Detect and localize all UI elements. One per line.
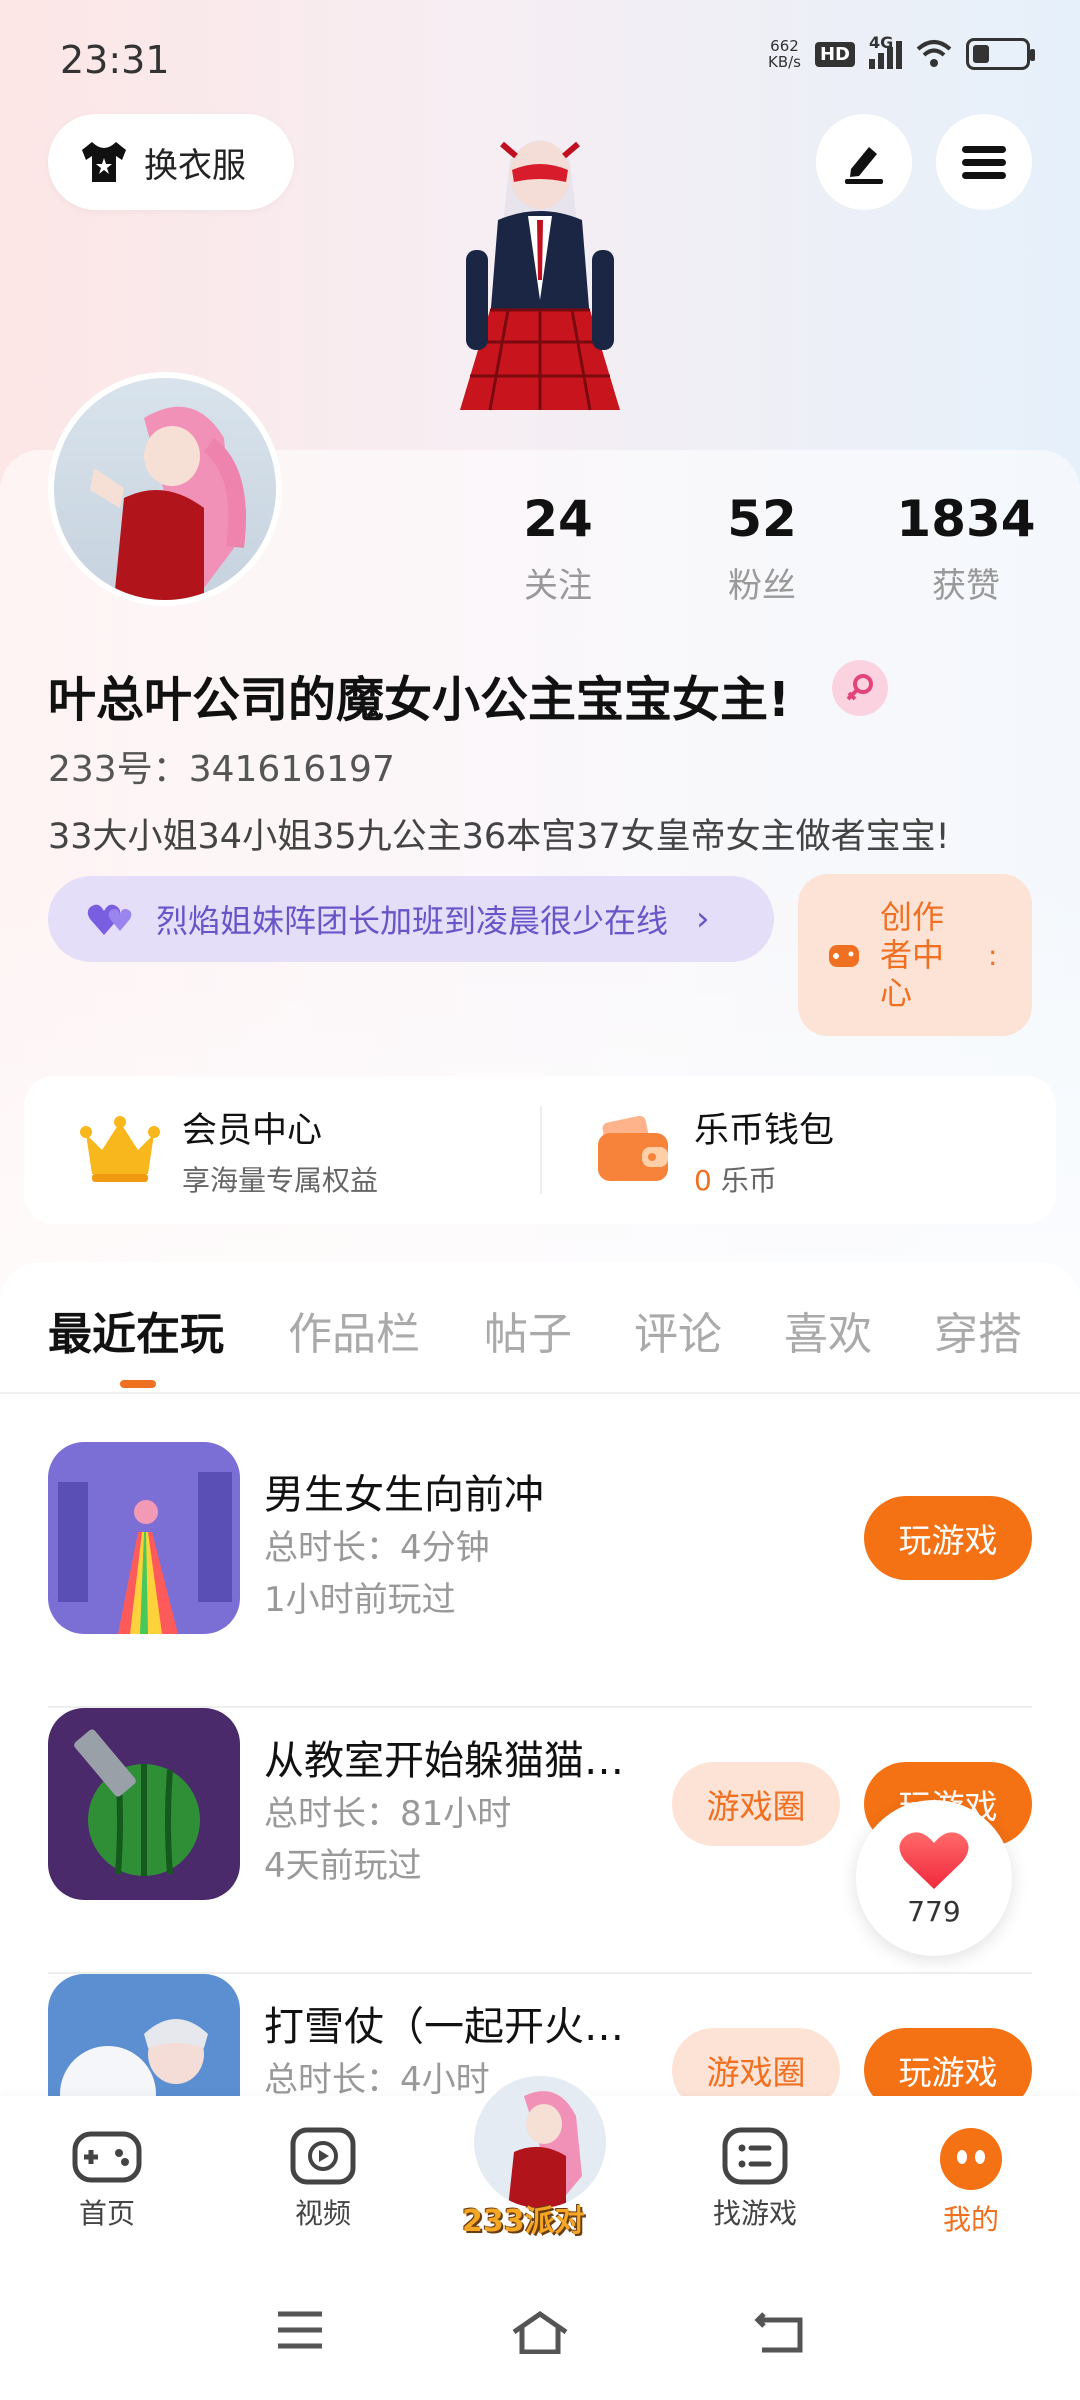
nav-mine-label: 我的 bbox=[942, 2203, 999, 2236]
like-count: 779 bbox=[907, 1894, 961, 1928]
stat-likes-label: 获赞 bbox=[932, 566, 1000, 606]
wifi-icon bbox=[916, 40, 952, 67]
chevron-right-icon: › bbox=[696, 899, 710, 939]
crown-icon bbox=[80, 1116, 160, 1182]
party-center-label: 233派对 bbox=[462, 2204, 585, 2239]
home-icon[interactable] bbox=[510, 2310, 570, 2354]
tab-likes[interactable]: 喜欢 bbox=[784, 1298, 872, 1362]
back-icon[interactable] bbox=[754, 2310, 806, 2354]
stat-followers-label: 粉丝 bbox=[728, 566, 796, 606]
tab-posts[interactable]: 帖子 bbox=[484, 1298, 572, 1362]
like-floating-button[interactable]: 779 bbox=[856, 1800, 1012, 1956]
nav-find-games[interactable]: 找游戏 bbox=[680, 2126, 830, 2232]
change-outfit-button[interactable]: 换衣服 bbox=[48, 114, 294, 210]
more-menu-button[interactable] bbox=[936, 114, 1032, 210]
game-last-played: 4天前玩过 bbox=[264, 1846, 422, 1886]
game-duration: 总时长：81小时 bbox=[264, 1794, 512, 1834]
edit-profile-button[interactable] bbox=[816, 114, 912, 210]
user-bio: 33大小姐34小姐35九公主36本宫37女皇帝女主做者宝宝! bbox=[48, 817, 950, 857]
status-time: 23:31 bbox=[60, 38, 170, 82]
tab-active-indicator bbox=[120, 1380, 156, 1388]
tab-recently-played[interactable]: 最近在玩 bbox=[48, 1298, 224, 1362]
tab-works[interactable]: 作品栏 bbox=[288, 1298, 420, 1362]
menu-icon bbox=[962, 140, 1006, 185]
stat-followers-count: 52 bbox=[727, 490, 797, 548]
nav-home[interactable]: 首页 bbox=[32, 2126, 182, 2232]
user-nickname: 叶总叶公司的魔女小公主宝宝女主! bbox=[48, 672, 790, 728]
coin-amount: 0 bbox=[694, 1163, 712, 1197]
play-game-button[interactable]: 玩游戏 bbox=[864, 1496, 1032, 1580]
shirt-icon bbox=[82, 142, 126, 182]
gamepad-icon bbox=[72, 2131, 142, 2183]
avatar[interactable] bbox=[48, 372, 282, 606]
nav-mine[interactable]: 我的 bbox=[896, 2126, 1046, 2238]
game-icon bbox=[48, 1442, 240, 1634]
female-gender-icon bbox=[832, 660, 888, 716]
game-name: 从教室开始躲猫猫… bbox=[264, 1738, 624, 1784]
list-icon bbox=[722, 2127, 788, 2185]
party-center-button[interactable] bbox=[470, 2072, 610, 2212]
hearts-icon bbox=[87, 904, 132, 935]
coin-wallet-title: 乐币钱包 bbox=[694, 1110, 835, 1151]
net-speed: 662 KB/s bbox=[768, 38, 801, 70]
stat-likes[interactable]: 1834 获赞 bbox=[886, 490, 1046, 607]
stat-followers[interactable]: 52 粉丝 bbox=[682, 490, 842, 607]
game-duration: 总时长：4小时 bbox=[264, 2060, 490, 2100]
creator-center-button[interactable]: 创作者中心 : bbox=[798, 874, 1032, 1036]
group-name: 烈焰姐妹阵团长加班到凌晨很少在线 bbox=[156, 902, 669, 940]
recent-apps-icon[interactable] bbox=[276, 2310, 324, 2350]
more-dots-icon: : bbox=[988, 938, 998, 972]
coin-wallet-entry[interactable]: 乐币钱包 0 乐币 bbox=[540, 1076, 1056, 1224]
gamepad-icon bbox=[829, 945, 859, 967]
net-speed-unit: KB/s bbox=[767, 53, 801, 71]
game-name: 打雪仗（一起开火… bbox=[264, 2004, 624, 2050]
nav-home-label: 首页 bbox=[78, 2197, 135, 2230]
creator-center-label: 创作者中心 bbox=[880, 898, 945, 1012]
vip-center-subtitle: 享海量专属权益 bbox=[182, 1163, 379, 1197]
profile-face-icon bbox=[940, 2128, 1002, 2190]
avatar-image bbox=[90, 406, 246, 600]
tab-outfits[interactable]: 穿搭 bbox=[934, 1298, 1022, 1362]
system-navigation-bar bbox=[0, 2266, 1080, 2400]
game-name: 男生女生向前冲 bbox=[264, 1472, 544, 1518]
user-id: 233号：341616197 bbox=[48, 749, 395, 790]
coin-unit: 乐币 bbox=[720, 1163, 777, 1197]
change-outfit-label: 换衣服 bbox=[144, 145, 246, 186]
pencil-icon bbox=[845, 147, 883, 184]
game-duration: 总时长：4分钟 bbox=[264, 1528, 490, 1568]
avatar-character-figure bbox=[460, 140, 620, 411]
stat-likes-count: 1834 bbox=[896, 490, 1036, 548]
tab-comments[interactable]: 评论 bbox=[634, 1298, 722, 1362]
network-type: 4G bbox=[869, 33, 894, 52]
game-last-played: 1小时前玩过 bbox=[264, 1580, 456, 1620]
nav-find-games-label: 找游戏 bbox=[712, 2197, 797, 2230]
stat-following-label: 关注 bbox=[524, 566, 592, 606]
vip-center-title: 会员中心 bbox=[182, 1110, 323, 1151]
list-item[interactable]: 男生女生向前冲 总时长：4分钟 1小时前玩过 玩游戏 bbox=[48, 1442, 1032, 1708]
wallet-card: 会员中心 享海量专属权益 乐币钱包 0 乐币 bbox=[24, 1076, 1056, 1224]
party-avatar-image bbox=[508, 2091, 582, 2208]
status-icons: 662 KB/s HD 4G bbox=[768, 33, 1035, 70]
battery-icon bbox=[966, 38, 1035, 70]
group-banner[interactable]: 烈焰姐妹阵团长加班到凌晨很少在线 › bbox=[48, 876, 774, 962]
wallet-icon bbox=[598, 1115, 668, 1181]
profile-tabs: 最近在玩 作品栏 帖子 评论 喜欢 穿搭 bbox=[0, 1262, 1080, 1394]
heart-icon bbox=[899, 1831, 969, 1889]
stat-following[interactable]: 24 关注 bbox=[478, 490, 638, 607]
game-icon bbox=[48, 1708, 240, 1900]
coin-wallet-balance: 0 乐币 bbox=[694, 1159, 834, 1199]
stat-following-count: 24 bbox=[523, 490, 593, 548]
signal-icon: 4G bbox=[869, 33, 902, 69]
vip-center-entry[interactable]: 会员中心 享海量专属权益 bbox=[24, 1076, 540, 1224]
hd-icon: HD bbox=[814, 41, 855, 67]
nav-video-label: 视频 bbox=[294, 2197, 351, 2230]
status-bar: 23:31 662 KB/s HD 4G bbox=[0, 0, 1080, 120]
nav-video[interactable]: 视频 bbox=[248, 2126, 398, 2232]
net-speed-value: 662 bbox=[770, 37, 799, 55]
game-circle-button[interactable]: 游戏圈 bbox=[672, 1762, 840, 1846]
video-icon bbox=[290, 2127, 356, 2185]
